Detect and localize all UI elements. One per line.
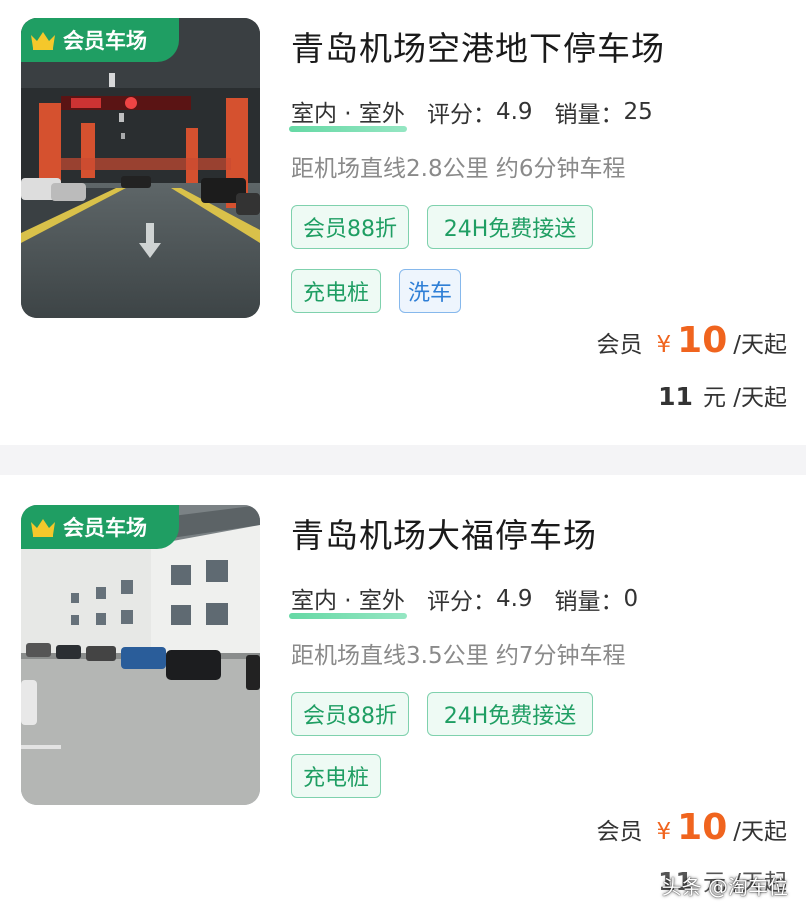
rating-value: 4.9	[495, 99, 533, 125]
distance-info: 距机场直线2.8公里 约6分钟车程	[291, 156, 626, 182]
sales-label: 销量：	[554, 589, 624, 615]
outdoor-lot-image	[21, 505, 260, 805]
sales-label: 销量：	[554, 102, 624, 128]
member-price-value: 10	[677, 807, 728, 848]
lot-meta: 室内 · 室外 评分： 4.9 销量： 25	[289, 94, 653, 132]
tag-free-shuttle: 24H免费接送	[427, 205, 593, 249]
crown-icon	[31, 32, 55, 50]
per-day-label: /天起	[733, 332, 787, 358]
tag-member-discount: 会员88折	[291, 692, 409, 736]
watermark: 头条 @淘车位	[661, 875, 788, 899]
currency-symbol: ¥	[656, 819, 672, 845]
member-label: 会员	[596, 332, 643, 358]
lot-meta: 室内 · 室外 评分： 4.9 销量： 0	[289, 581, 639, 619]
regular-price: 11 元 /天起	[658, 378, 787, 412]
tag-charging-pile: 充电桩	[291, 754, 381, 798]
member-label: 会员	[596, 819, 643, 845]
member-lot-badge: 会员车场	[21, 505, 179, 549]
rating-value: 4.9	[495, 586, 533, 612]
underground-garage-image	[21, 18, 260, 318]
badge-label: 会员车场	[63, 29, 147, 53]
rating-label: 评分：	[426, 589, 496, 615]
currency-symbol: ¥	[656, 332, 672, 358]
regular-price-unit: 元 /天起	[702, 385, 787, 411]
member-price: 会员 ¥ 10 /天起	[597, 320, 788, 361]
tag-member-discount: 会员88折	[291, 205, 409, 249]
parking-listing-card[interactable]: 会员车场 青岛机场空港地下停车场 室内 · 室外 评分： 4.9 销量： 25 …	[0, 0, 806, 445]
distance-info: 距机场直线3.5公里 约7分钟车程	[291, 643, 626, 669]
per-day-label: /天起	[733, 819, 787, 845]
tag-free-shuttle: 24H免费接送	[427, 692, 593, 736]
regular-price-value: 11	[658, 382, 693, 411]
rating-label: 评分：	[426, 102, 496, 128]
member-price-value: 10	[677, 320, 728, 361]
crown-icon	[31, 519, 55, 537]
parking-photo[interactable]: 会员车场	[21, 18, 260, 318]
member-price: 会员 ¥ 10 /天起	[597, 807, 788, 848]
lot-title[interactable]: 青岛机场空港地下停车场	[291, 22, 665, 70]
location-type: 室内 · 室外	[289, 581, 407, 619]
tag-car-wash: 洗车	[399, 269, 461, 313]
location-type: 室内 · 室外	[289, 94, 407, 132]
lot-title[interactable]: 青岛机场大福停车场	[291, 509, 597, 557]
badge-label: 会员车场	[63, 516, 147, 540]
member-lot-badge: 会员车场	[21, 18, 179, 62]
tag-charging-pile: 充电桩	[291, 269, 381, 313]
parking-listing-card[interactable]: 会员车场 青岛机场大福停车场 室内 · 室外 评分： 4.9 销量： 0 距机场…	[0, 475, 806, 912]
parking-photo[interactable]: 会员车场	[21, 505, 260, 805]
sales-value: 0	[623, 586, 639, 612]
sales-value: 25	[623, 99, 653, 125]
